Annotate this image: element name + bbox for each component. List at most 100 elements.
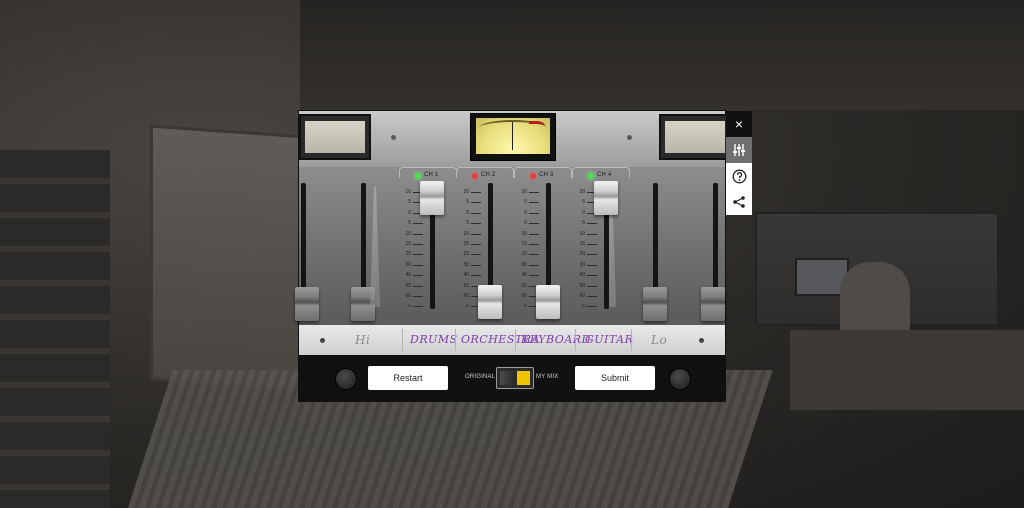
scale-label: 5 <box>466 220 469 227</box>
scale-tick <box>471 264 481 275</box>
knob-left <box>335 368 357 390</box>
share-button[interactable] <box>726 189 752 215</box>
fader-ch1[interactable] <box>420 181 444 216</box>
scale-tick <box>529 223 539 233</box>
fader-ch4[interactable] <box>594 181 618 216</box>
scale-label: 5 <box>582 220 585 227</box>
studio-ceiling <box>300 0 1024 110</box>
fader-track-lo <box>653 183 658 303</box>
channel-name-ch1: Drums <box>410 333 458 346</box>
channel-strip-area: CH 1 10 5 0 5 10 15 20 30 40 50 60 ∞ CH 2 10 5 0 5 10 15 20 3… <box>295 167 725 325</box>
scale-label: 40 <box>463 272 469 279</box>
scale-label: ∞ <box>523 303 527 310</box>
scale-tick <box>587 264 597 275</box>
scale-tick <box>587 223 597 233</box>
channel-led-ch1 <box>415 173 421 179</box>
scale-tick <box>413 254 423 264</box>
scale-tick <box>471 202 481 212</box>
mixer-tool-button[interactable] <box>726 137 752 163</box>
scale-label: 0 <box>582 209 585 216</box>
scale-tick <box>587 285 597 296</box>
scale-tick <box>587 275 597 285</box>
fader-track-hi <box>361 183 366 303</box>
channel-id-label-ch1: CH 1 <box>424 172 439 178</box>
scale-tick <box>471 254 481 264</box>
scale-label: ∞ <box>581 303 585 310</box>
scale-label: 5 <box>524 220 527 227</box>
scale-label: 10 <box>579 189 585 195</box>
toggle-on-segment <box>517 371 530 385</box>
scale-tick <box>471 223 481 233</box>
scale-tick <box>529 243 539 254</box>
vu-meter-main <box>470 113 556 161</box>
scale-label: ∞ <box>465 303 469 310</box>
scale-tick <box>471 243 481 254</box>
scale-tick <box>413 285 423 296</box>
side-toolbar: × <box>726 111 752 215</box>
control-bar: Restart ORIGINAL MY MIX Submit <box>299 355 725 401</box>
scale-label: 60 <box>521 292 527 299</box>
lo-label: Lo <box>651 333 668 347</box>
toggle-switch[interactable] <box>496 367 534 389</box>
meter-plate <box>299 111 731 167</box>
knob-right <box>669 368 691 390</box>
fader-track-edge-left <box>301 183 306 303</box>
studio-desk <box>790 330 1024 410</box>
scale-label: 15 <box>405 240 411 247</box>
scale-label: 10 <box>579 230 585 237</box>
fader-scale-ch4: 10 5 0 5 10 15 20 30 40 50 60 ∞ <box>573 187 585 312</box>
strip-divider <box>515 329 516 351</box>
scale-label: 20 <box>579 251 585 258</box>
strip-divider <box>631 329 632 351</box>
close-button[interactable]: × <box>726 111 752 137</box>
scale-tick <box>471 233 481 244</box>
scale-label: 50 <box>521 282 527 289</box>
fader-ch3[interactable] <box>536 284 560 319</box>
scale-label: 40 <box>579 272 585 279</box>
scale-tick <box>413 275 423 285</box>
help-icon <box>732 169 746 183</box>
scale-label: 5 <box>582 199 585 206</box>
scale-tick <box>587 233 597 244</box>
mix-toggle[interactable]: ORIGINAL MY MIX <box>465 366 559 390</box>
fader-rail <box>370 187 380 307</box>
scale-tick <box>587 295 597 306</box>
scale-label: 10 <box>463 189 469 195</box>
scale-label: 10 <box>521 189 527 195</box>
studio-shelf <box>0 150 110 508</box>
scale-tick <box>413 223 423 233</box>
screw <box>320 338 325 343</box>
scale-label: 5 <box>408 220 411 227</box>
mixer-panel: CH 1 10 5 0 5 10 15 20 30 40 50 60 ∞ CH 2 10 5 0 5 10 15 20 3… <box>295 111 731 401</box>
channel-led-ch3 <box>530 173 536 179</box>
scale-tick <box>587 243 597 254</box>
channel-label-strip: Hi Drums Orchestra Keyboard Guitar Lo <box>299 325 725 355</box>
toggle-off-segment <box>500 371 513 385</box>
scale-label: 5 <box>466 199 469 206</box>
scale-label: 10 <box>521 230 527 237</box>
scale-label: 50 <box>579 282 585 289</box>
scale-tick <box>529 202 539 212</box>
scale-tick <box>413 264 423 275</box>
fader-ch2[interactable] <box>478 284 502 319</box>
scale-tick <box>471 275 481 285</box>
scale-label: 20 <box>521 251 527 258</box>
screw <box>627 135 632 140</box>
fader-edge-right <box>701 287 725 321</box>
scale-label: 60 <box>463 292 469 299</box>
scale-tick <box>529 275 539 285</box>
restart-button[interactable]: Restart <box>368 366 448 390</box>
scale-label: 60 <box>405 292 411 299</box>
scale-label: 0 <box>466 209 469 216</box>
fader-scale-ch3: 10 5 0 5 10 15 20 30 40 50 60 ∞ <box>515 187 527 312</box>
help-button[interactable] <box>726 163 752 189</box>
scale-tick <box>413 233 423 244</box>
strip-divider <box>455 329 456 351</box>
scale-label: 40 <box>521 272 527 279</box>
scale-label: 30 <box>579 261 585 268</box>
scale-tick <box>413 243 423 254</box>
submit-button[interactable]: Submit <box>575 366 655 390</box>
toggle-mymix-label: MY MIX <box>536 374 559 380</box>
fader-lo[interactable] <box>643 287 667 321</box>
scale-tick <box>529 233 539 244</box>
